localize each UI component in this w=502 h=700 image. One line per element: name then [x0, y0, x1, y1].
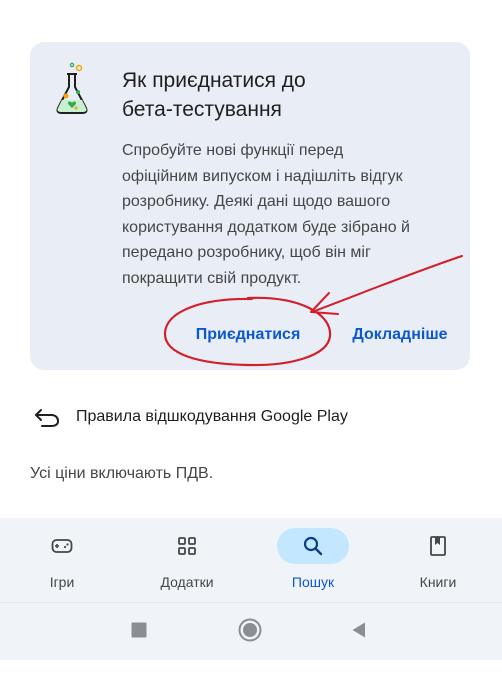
nav-label-games: Ігри	[49, 574, 75, 590]
bottom-blank-area	[0, 660, 502, 700]
nav-item-search[interactable]: Пошук	[258, 518, 368, 602]
beta-body-line: покращити свій продукт.	[122, 269, 302, 287]
home-circle-icon[interactable]	[238, 618, 262, 642]
nav-item-games[interactable]: Ігри	[7, 518, 117, 602]
nav-label-apps: Додатки	[160, 574, 214, 590]
refund-policy-label: Правила відшкодування Google Play	[76, 408, 348, 425]
system-navigation-bar	[0, 603, 502, 660]
beta-body-line: користування додатком буде зібрано й	[122, 218, 410, 236]
beta-title-line-2: бета-тестування	[122, 98, 282, 121]
search-icon	[303, 536, 323, 556]
gamepad-icon	[51, 539, 73, 553]
nav-label-books: Книги	[419, 574, 457, 590]
refund-policy-row[interactable]: Правила відшкодування Google Play	[26, 396, 476, 438]
book-icon	[430, 536, 446, 556]
beta-card-title: Як приєднатися до бета-тестування	[122, 66, 442, 124]
apps-grid-icon	[178, 537, 196, 555]
beta-body-line: розробнику. Деякі дані щодо вашого	[122, 193, 391, 210]
bottom-navigation-bar: Ігри Додатки Пошук Книги	[0, 518, 502, 602]
nav-item-books[interactable]: Книги	[383, 518, 493, 602]
nav-item-apps[interactable]: Додатки	[132, 518, 242, 602]
join-beta-button[interactable]: Приєднатися	[176, 318, 320, 352]
beta-card-body: Спробуйте нові функції перед офіційним в…	[122, 138, 452, 291]
back-triangle-icon[interactable]	[350, 621, 368, 639]
learn-more-button[interactable]: Докладніше	[340, 318, 460, 352]
vat-notice: Усі ціни включають ПДВ.	[30, 465, 214, 482]
beta-body-line: Спробуйте нові функції перед	[122, 142, 344, 159]
undo-arrow-icon	[35, 409, 60, 427]
beta-body-line: передано розробнику, щоб він міг	[122, 244, 371, 261]
flask-icon	[56, 62, 88, 114]
beta-body-line: офіційним випуском і надішліть відгук	[122, 167, 403, 185]
recents-square-icon[interactable]	[130, 621, 148, 639]
beta-title-line-1: Як приєднатися до	[122, 69, 306, 92]
nav-label-search: Пошук	[291, 574, 335, 590]
